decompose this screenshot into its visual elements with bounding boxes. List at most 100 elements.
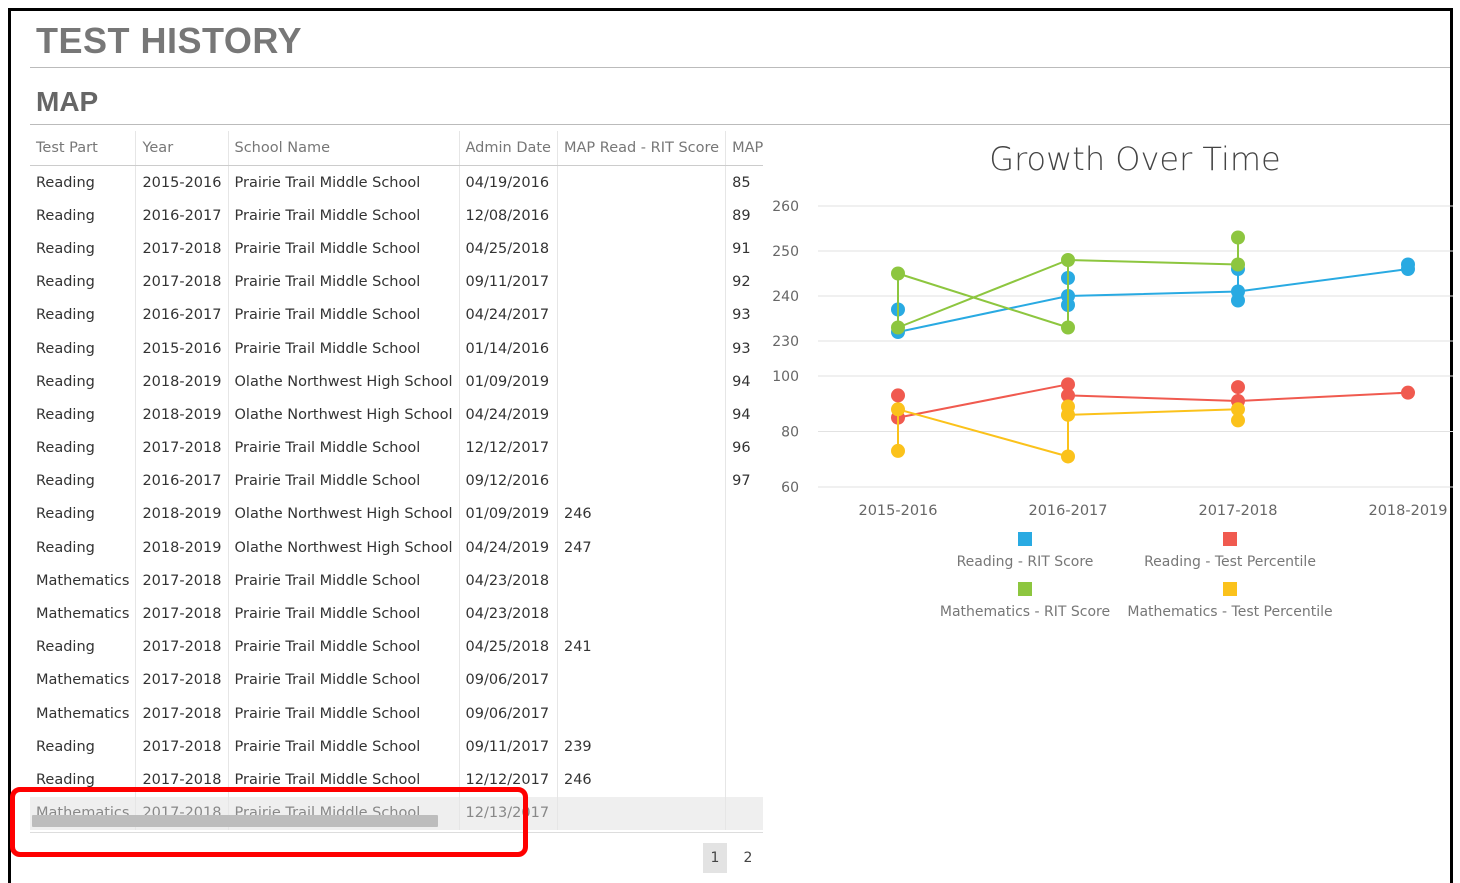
table-cell bbox=[557, 564, 727, 598]
legend-math-rit[interactable]: Mathematics - RIT Score bbox=[930, 582, 1120, 620]
page-2-button[interactable]: 2 bbox=[738, 843, 758, 873]
chart-title: Growth Over Time bbox=[989, 140, 1281, 178]
table-cell: 2017-2018 bbox=[135, 663, 229, 697]
table-header-row: Test Part Year School Name Admin Date MAP Re… bbox=[30, 131, 763, 166]
table-row[interactable]: Mathematics 2017-2018 Prairie Trail Middle… bbox=[30, 663, 763, 697]
table-cell: 2017-2018 bbox=[135, 265, 229, 299]
table-row[interactable]: Reading 2017-2018 Prairie Trail Middle Sch… bbox=[30, 431, 763, 465]
table-cell bbox=[557, 697, 727, 731]
legend-swatch bbox=[1018, 532, 1032, 546]
table-cell: 93 bbox=[725, 298, 763, 332]
table-cell: Reading bbox=[30, 298, 137, 332]
table-cell: Prairie Trail Middle School bbox=[228, 564, 460, 598]
table-cell: 89 bbox=[725, 199, 763, 233]
table-cell: 09/06/2017 bbox=[459, 697, 558, 731]
table-cell bbox=[557, 298, 727, 332]
table-cell: 2016-2017 bbox=[135, 464, 229, 498]
table-cell: 01/09/2019 bbox=[459, 365, 558, 399]
column-header[interactable]: MAP Read - RIT Score bbox=[557, 131, 727, 166]
data-point bbox=[891, 388, 905, 403]
table-cell: 04/25/2018 bbox=[459, 232, 558, 266]
page-1-button[interactable]: 1 bbox=[703, 843, 727, 873]
table-row[interactable]: Reading 2017-2018 Prairie Trail Middle Sch… bbox=[30, 232, 763, 266]
series-line bbox=[897, 408, 1069, 458]
table-row[interactable]: Reading 2015-2016 Prairie Trail Middle Sch… bbox=[30, 331, 763, 366]
column-header[interactable]: MAP bbox=[725, 131, 763, 166]
table-row[interactable]: Mathematics 2017-2018 Prairie Trail Middle… bbox=[30, 564, 763, 598]
table-row[interactable]: Mathematics 2017-2018 Prairie Trail Middle… bbox=[30, 697, 763, 731]
legend-reading-percentile[interactable]: Reading - Test Percentile bbox=[1135, 532, 1325, 570]
table-cell: Prairie Trail Middle School bbox=[228, 298, 460, 332]
table-cell: 09/11/2017 bbox=[459, 265, 558, 299]
data-point bbox=[1231, 284, 1245, 299]
table-row[interactable]: Reading 2016-2017 Prairie Trail Middle Sch… bbox=[30, 298, 763, 332]
legend-label: Mathematics - RIT Score bbox=[939, 604, 1111, 620]
table-row[interactable]: Reading 2017-2018 Prairie Trail Middle Sch… bbox=[30, 630, 763, 664]
table-row[interactable]: Reading 2017-2018 Prairie Trail Middle Sch… bbox=[30, 730, 763, 764]
table-cell: 04/24/2017 bbox=[459, 298, 558, 332]
table-row[interactable]: Reading 2018-2019 Olathe Northwest High Sc… bbox=[30, 398, 763, 432]
x-tick-label: 2015-2016 bbox=[858, 503, 937, 519]
table-cell bbox=[557, 199, 727, 233]
legend-label: Reading - Test Percentile bbox=[1144, 554, 1316, 570]
test-history-table[interactable]: Test Part Year School Name Admin Date MAP Re… bbox=[30, 131, 763, 831]
table-cell: Prairie Trail Middle School bbox=[228, 663, 460, 697]
data-point bbox=[1061, 253, 1075, 267]
table-cell: Prairie Trail Middle School bbox=[228, 730, 460, 764]
data-point bbox=[891, 266, 905, 281]
table-cell: Prairie Trail Middle School bbox=[228, 199, 460, 233]
table-cell bbox=[725, 630, 763, 664]
table-cell: 2017-2018 bbox=[135, 597, 229, 631]
table-row[interactable]: Mathematics 2017-2018 Prairie Trail Middle… bbox=[30, 597, 763, 631]
divider bbox=[30, 124, 1450, 125]
data-point bbox=[1231, 380, 1245, 395]
data-point bbox=[1061, 399, 1075, 414]
table-cell: 239 bbox=[557, 730, 727, 764]
section-title: MAP bbox=[36, 86, 99, 117]
table-row[interactable]: Reading 2018-2019 Olathe Northwest High Sc… bbox=[30, 497, 763, 532]
table-cell: 12/08/2016 bbox=[459, 199, 558, 233]
column-header[interactable]: School Name bbox=[228, 131, 460, 166]
table-cell: Prairie Trail Middle School bbox=[228, 331, 460, 366]
legend-math-percentile[interactable]: Mathematics - Test Percentile bbox=[1125, 582, 1335, 620]
x-tick-label: 2016-2017 bbox=[1028, 503, 1107, 519]
table-cell: 2017-2018 bbox=[135, 730, 229, 764]
table-cell: Reading bbox=[30, 464, 137, 498]
table-cell: 04/23/2018 bbox=[459, 564, 558, 598]
table-cell: Prairie Trail Middle School bbox=[228, 697, 460, 731]
table-row[interactable]: Reading 2017-2018 Prairie Trail Middle Sch… bbox=[30, 265, 763, 299]
table-cell bbox=[557, 431, 727, 465]
table-cell: Reading bbox=[30, 265, 137, 299]
table-cell: 85 bbox=[725, 165, 763, 200]
table-cell: Olathe Northwest High School bbox=[228, 398, 460, 432]
y-tick-label: 240 bbox=[772, 289, 799, 305]
table-cell: 04/25/2018 bbox=[459, 630, 558, 664]
table-cell: 2018-2019 bbox=[135, 497, 229, 532]
table-row[interactable]: Reading 2018-2019 Olathe Northwest High Sc… bbox=[30, 531, 763, 565]
table-cell bbox=[725, 597, 763, 631]
table-row[interactable]: Reading 2015-2016 Prairie Trail Middle Sch… bbox=[30, 165, 763, 200]
table-cell bbox=[557, 663, 727, 697]
data-point bbox=[1061, 449, 1075, 464]
table-cell: 2017-2018 bbox=[135, 630, 229, 664]
table-cell: Olathe Northwest High School bbox=[228, 531, 460, 565]
table-cell bbox=[557, 331, 727, 366]
legend-swatch bbox=[1223, 582, 1237, 596]
table-cell: 12/12/2017 bbox=[459, 431, 558, 465]
column-header[interactable]: Test Part bbox=[30, 131, 137, 166]
table-row[interactable]: Reading 2018-2019 Olathe Northwest High Sc… bbox=[30, 365, 763, 399]
x-tick-label: 2018-2019 bbox=[1368, 503, 1447, 519]
table-cell: 2015-2016 bbox=[135, 331, 229, 366]
legend-reading-rit[interactable]: Reading - RIT Score bbox=[940, 532, 1110, 570]
table-row[interactable]: Reading 2016-2017 Prairie Trail Middle Sch… bbox=[30, 199, 763, 233]
table-cell: Prairie Trail Middle School bbox=[228, 265, 460, 299]
y-tick-label: 80 bbox=[781, 425, 799, 441]
table-cell: Mathematics bbox=[30, 597, 137, 631]
series-line bbox=[897, 383, 1069, 419]
column-header[interactable]: Admin Date bbox=[459, 131, 558, 166]
table-row[interactable]: Reading 2016-2017 Prairie Trail Middle Sch… bbox=[30, 464, 763, 498]
table-cell: Reading bbox=[30, 497, 137, 532]
table-cell: Reading bbox=[30, 199, 137, 233]
data-point bbox=[1401, 257, 1415, 272]
column-header[interactable]: Year bbox=[135, 131, 229, 166]
